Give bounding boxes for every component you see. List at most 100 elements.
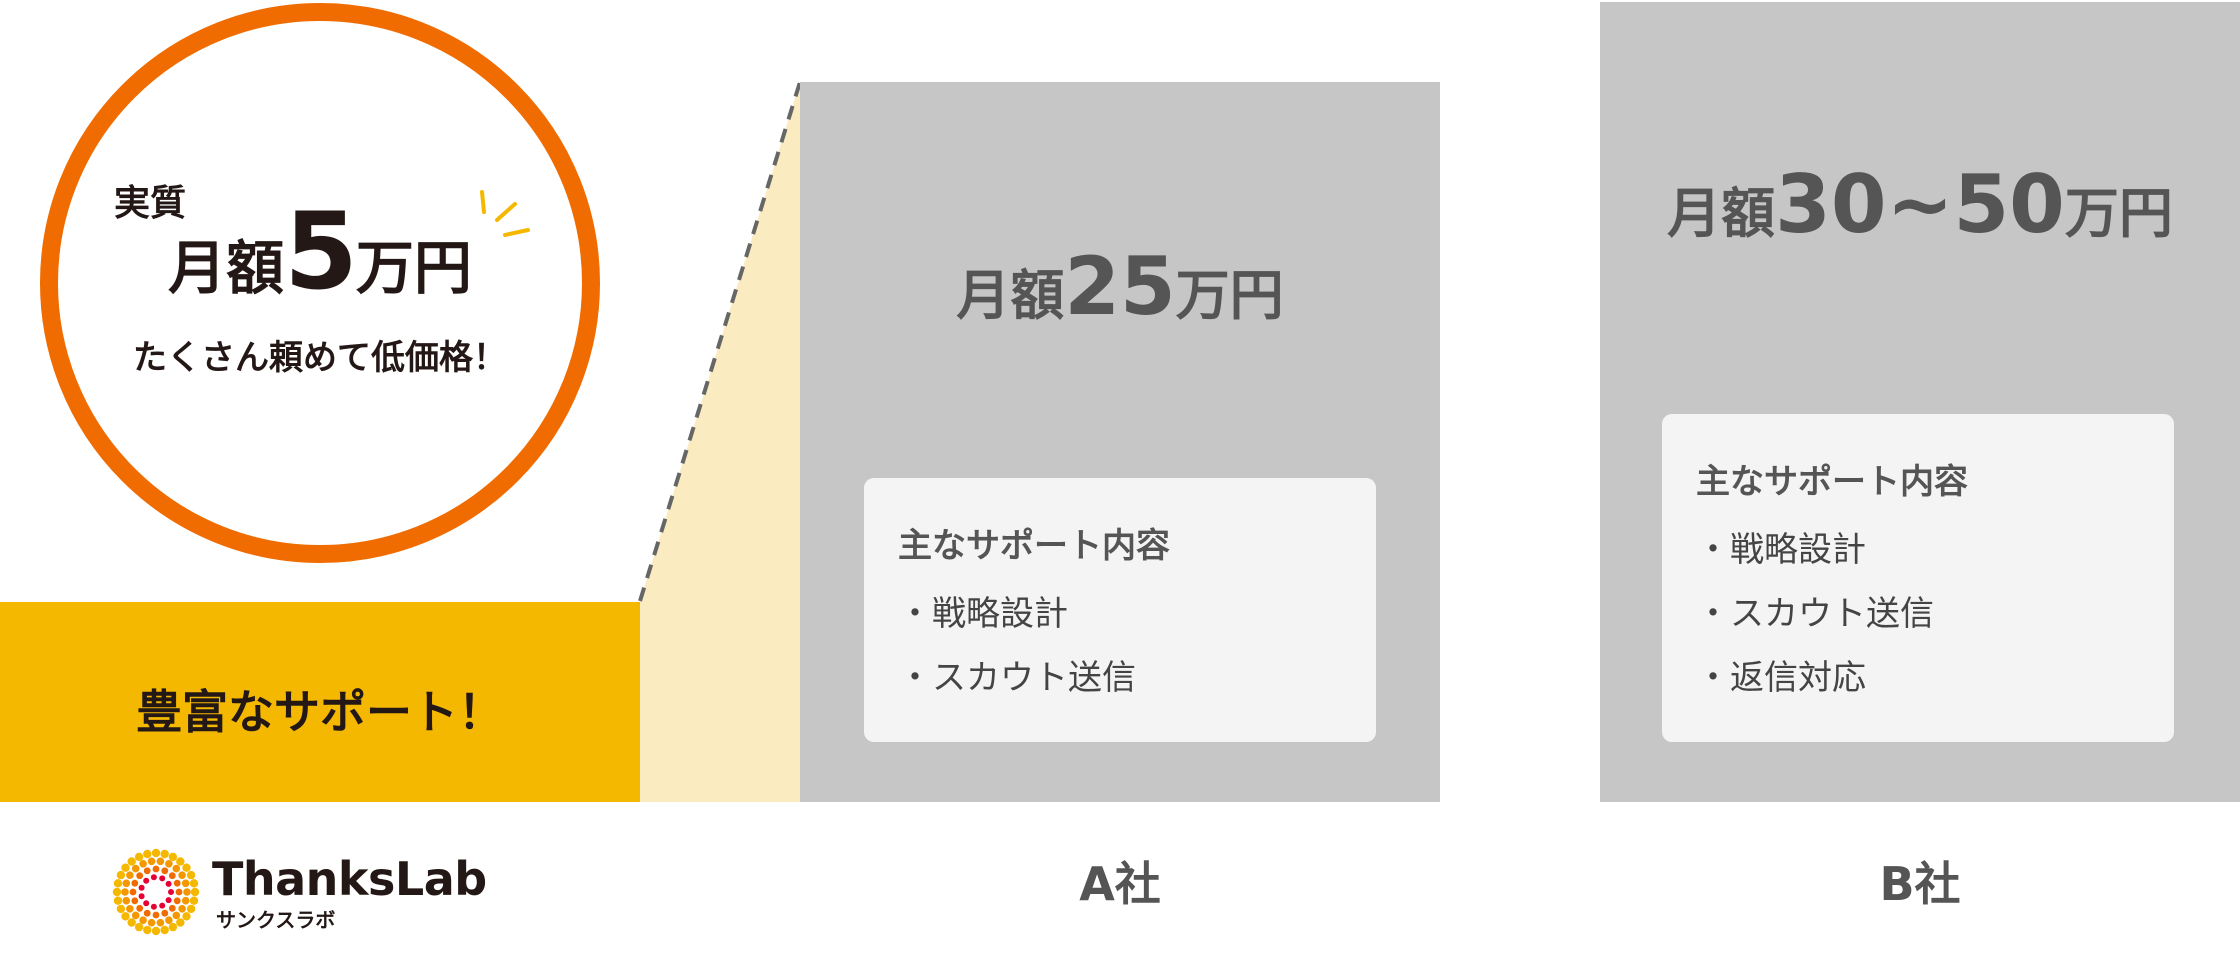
logo-dot: [161, 867, 169, 875]
logo-dot: [178, 905, 186, 913]
price-number: 30~50: [1775, 158, 2065, 251]
logo-dot: [143, 900, 150, 907]
support-list: ・戦略設計 ・スカウト送信 ・返信対応: [1696, 518, 1934, 710]
card-title: 主なサポート内容: [898, 526, 1170, 566]
logo-dot: [189, 896, 199, 905]
support-list: ・戦略設計 ・スカウト送信: [898, 582, 1136, 710]
logo-dot: [127, 857, 136, 866]
logo-dot: [131, 864, 140, 873]
logo-dot: [121, 863, 130, 872]
list-item: ・戦略設計: [1696, 530, 1866, 570]
logo-dot: [143, 909, 151, 917]
logo-dot: [121, 912, 130, 921]
logo-dot: [147, 918, 156, 927]
company-a-price: 月額25万円: [800, 240, 1440, 333]
logo-dot: [160, 925, 169, 935]
price-prefix: 月額: [956, 264, 1065, 327]
comparison-wedge: [640, 82, 800, 802]
company-a-label: A社: [1079, 857, 1161, 911]
company-a-support-card: 主なサポート内容 ・戦略設計 ・スカウト送信: [864, 478, 1376, 742]
logo-dot: [156, 857, 165, 866]
logo-dot: [112, 887, 122, 897]
price-number: 5: [284, 190, 358, 313]
thankslab-support-label: 豊富なサポート！: [136, 685, 504, 739]
logo-dot: [186, 870, 196, 880]
logo-dot: [186, 904, 196, 914]
logo-dot: [151, 926, 161, 936]
logo-dot: [156, 918, 165, 927]
logo-dot: [173, 897, 181, 905]
logo-dot: [134, 852, 144, 862]
logo-dot: [122, 879, 131, 888]
logo-dot: [165, 897, 172, 904]
price-prefix: 月額: [1667, 182, 1776, 245]
logo-dot: [129, 888, 137, 896]
logo-dot: [160, 849, 169, 859]
logo-dot: [168, 852, 178, 862]
logo-dot: [175, 888, 183, 896]
price-suffix: 万円: [355, 234, 472, 302]
logo-dot: [139, 916, 147, 924]
logo-dot: [143, 867, 151, 875]
logo-dot: [176, 918, 185, 927]
logo-dot: [178, 871, 186, 879]
logo-dot: [181, 879, 190, 888]
logo-dot: [131, 911, 140, 920]
logo-dot: [159, 902, 166, 909]
logo-dot: [161, 909, 169, 917]
logo-dot: [172, 864, 181, 873]
logo-dot: [168, 872, 176, 880]
logo-dot: [183, 888, 191, 896]
thankslab-tagline: たくさん頼めて低価格！: [133, 338, 507, 378]
logo-dot: [138, 893, 145, 900]
logo-dot: [116, 904, 126, 914]
logo-dot: [127, 918, 136, 927]
logo-dot: [136, 904, 144, 912]
logo-dot: [134, 922, 144, 932]
logo-dot: [165, 860, 173, 868]
logo-dot: [176, 857, 185, 866]
logo-dot: [151, 848, 161, 858]
logo-dot: [168, 904, 176, 912]
logo-kana: サンクスラボ: [216, 908, 336, 932]
list-item: ・戦略設計: [898, 594, 1068, 634]
logo-dot: [173, 879, 181, 887]
logo-dot: [152, 865, 160, 873]
logo-dot: [182, 863, 191, 872]
logo-dot: [165, 916, 173, 924]
list-item: ・スカウト送信: [1696, 594, 1934, 634]
logo-dot: [152, 911, 160, 919]
logo-dot: [189, 879, 199, 888]
company-b-support-card: 主なサポート内容 ・戦略設計 ・スカウト送信 ・返信対応: [1662, 414, 2174, 742]
logo-dot: [190, 887, 200, 897]
logo-dot: [126, 871, 134, 879]
price-suffix: 万円: [2064, 182, 2173, 245]
card-title: 主なサポート内容: [1696, 462, 1968, 502]
company-b-price: 月額30~50万円: [1600, 158, 2240, 251]
logo-dot: [121, 888, 129, 896]
logo-dot: [113, 879, 123, 888]
price-number: 25: [1064, 240, 1176, 333]
logo-dot: [143, 925, 152, 935]
logo-dot: [150, 874, 157, 881]
company-b-label: B社: [1879, 857, 1961, 911]
logo-dot: [172, 911, 181, 920]
logo-dot: [143, 877, 150, 884]
price-suffix: 万円: [1175, 264, 1284, 327]
logo-dot: [122, 896, 131, 905]
logo-dot: [159, 875, 166, 882]
logo-dot: [139, 860, 147, 868]
logo-dot: [168, 889, 174, 895]
logo-dot: [131, 897, 139, 905]
logo-dot: [138, 884, 145, 891]
list-item: ・スカウト送信: [898, 658, 1136, 698]
logo-dot: [165, 880, 172, 887]
logo-dot: [147, 857, 156, 866]
logo-dot: [181, 896, 190, 905]
logo-dot: [182, 912, 191, 921]
logo-dot: [126, 905, 134, 913]
logo-dot: [113, 896, 123, 905]
logo-dot: [168, 922, 178, 932]
price-prefix: 月額: [168, 234, 285, 302]
logo-dot: [116, 870, 126, 880]
